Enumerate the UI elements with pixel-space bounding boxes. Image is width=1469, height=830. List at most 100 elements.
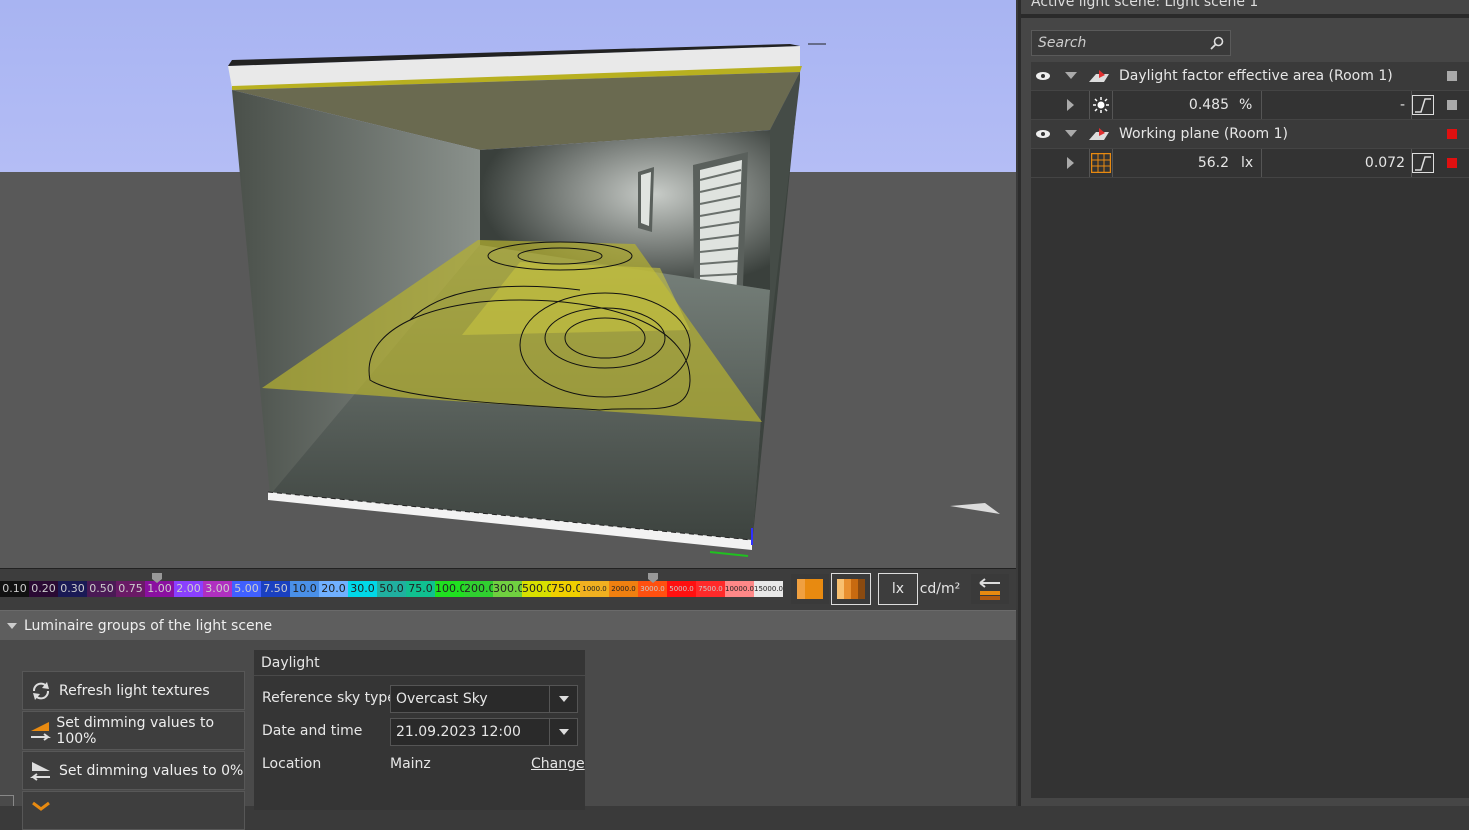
search-input[interactable]: Search [1031,30,1231,56]
unit-lx-button[interactable]: lx [878,573,918,605]
scale-swatch: 3.00 [203,581,232,597]
chevron-right-icon[interactable] [1067,149,1079,177]
scale-swatch: 0.75 [116,581,145,597]
divider [1021,14,1469,18]
scale-swatch: 300.0 [493,581,522,597]
scale-swatch: 1000.0 [580,581,609,597]
scale-swatch: 7.50 [261,581,290,597]
result-value: 56.2 [1197,155,1229,171]
sky-type-dropdown[interactable]: Overcast Sky [390,685,578,713]
daylight-title: Daylight [254,650,585,676]
status-square [1447,129,1457,139]
set-dimming-0-button[interactable]: Set dimming values to 0% [22,751,245,790]
scale-swatch: 2.00 [174,581,203,597]
scale-swatch: 100.0 [435,581,464,597]
refresh-light-textures-button[interactable]: Refresh light textures [22,671,245,710]
chevron-down-icon[interactable] [549,686,577,712]
scale-swatch: 0.30 [58,581,87,597]
eye-icon[interactable] [1035,120,1055,148]
button-label: Refresh light textures [59,682,210,699]
dimming-up-icon [30,721,51,741]
corner-marker [0,795,14,806]
scale-min-handle[interactable] [152,573,162,583]
chevron-down-icon[interactable] [1065,62,1081,90]
calculation-surface-icon [1089,62,1111,90]
curve-icon[interactable] [1411,91,1435,119]
scale-swatch: 1.00 [145,581,174,597]
result-unit: lx [1241,155,1254,171]
swap-scale-button[interactable] [970,573,1010,605]
uniformity-value: - [1261,91,1405,119]
uniformity-value: 0.072 [1261,149,1405,177]
date-time-label: Date and time [262,723,363,739]
tree-row-daylight-factor-result[interactable]: 0.485 % - [1031,91,1469,120]
scale-swatch: 20.0 [319,581,348,597]
gradient-icon [797,579,823,599]
dimming-down-icon [30,761,50,781]
sun-icon [1089,91,1113,119]
search-placeholder: Search [1038,35,1087,51]
unit-cd-button[interactable]: cd/m² [918,573,962,605]
next-tool-button[interactable] [22,791,245,830]
stepped-mode-button[interactable] [831,573,871,605]
eye-icon[interactable] [1035,62,1055,90]
result-unit: % [1239,97,1253,113]
date-time-dropdown[interactable]: 21.09.2023 12:00 [390,718,578,746]
refresh-icon [33,681,49,700]
chevron-down-icon[interactable] [549,719,577,745]
scale-swatch: 10000.0 [725,581,754,597]
gradient-mode-button[interactable] [790,573,830,605]
swap-arrows-icon [979,578,1000,600]
tool-icon [32,801,50,811]
luminaire-groups-panel: Luminaire groups of the light scene Refr… [0,610,1016,830]
status-square [1447,100,1457,110]
scale-swatch: 0.20 [29,581,58,597]
panel-header[interactable]: Luminaire groups of the light scene [0,610,1016,640]
room-render [0,0,1016,568]
grid-icon [1089,149,1113,177]
calculation-surface-icon [1089,120,1111,148]
tree-row-daylight-factor[interactable]: Daylight factor effective area (Room 1) [1031,62,1469,91]
stepped-gradient-icon [837,579,865,599]
date-time-value: 21.09.2023 12:00 [396,724,521,740]
object-name: Working plane (Room 1) [1119,126,1288,142]
scale-swatch: 10.0 [290,581,319,597]
scale-swatch: 15000.0 [754,581,783,597]
collapse-triangle-icon[interactable] [6,621,18,631]
scale-swatch: 0.50 [87,581,116,597]
result-value: 0.485 [1188,97,1229,113]
location-label: Location [262,756,322,772]
scale-swatch: 3000.0 [638,581,667,597]
active-scene-label: Active light scene: Light scene 1 [1031,0,1259,10]
panel-title: Luminaire groups of the light scene [24,617,273,634]
status-square [1447,158,1457,168]
scale-swatch: 75.0 [406,581,435,597]
false-color-scale: 0.10 0.20 0.30 0.50 0.75 1.00 2.00 3.00 5.00 7.50… [0,568,1016,610]
scale-swatch: 750.0 [551,581,580,597]
object-tree: Daylight factor effective area (Room 1) … [1031,62,1469,798]
button-label: Set dimming values to 100% [56,714,215,747]
daylight-settings: Daylight Reference sky type Overcast Sky… [254,650,585,810]
object-name: Daylight factor effective area (Room 1) [1119,68,1393,84]
scale-swatch: 2000.0 [609,581,638,597]
3d-viewport[interactable] [0,0,1016,568]
search-icon[interactable] [1210,36,1224,50]
scale-max-handle[interactable] [648,573,658,583]
button-label: Set dimming values to 0% [59,762,244,779]
change-location-link[interactable]: Change [531,756,585,772]
chevron-right-icon[interactable] [1067,91,1079,119]
scale-swatch: 7500.0 [696,581,725,597]
scale-swatch: 50.0 [377,581,406,597]
sky-type-label: Reference sky type [262,690,396,706]
chevron-down-icon[interactable] [1065,120,1081,148]
tree-row-working-plane[interactable]: Working plane (Room 1) [1031,120,1469,149]
sky-type-value: Overcast Sky [396,691,488,707]
scale-swatch: 5.00 [232,581,261,597]
results-panel: Active light scene: Light scene 1 Search… [1018,0,1469,806]
tree-row-working-plane-result[interactable]: 56.2 lx 0.072 [1031,149,1469,178]
scale-swatch: 200.0 [464,581,493,597]
set-dimming-100-button[interactable]: Set dimming values to 100% [22,711,245,750]
scale-swatch: 5000.0 [667,581,696,597]
curve-icon[interactable] [1411,149,1435,177]
scale-swatch: 0.10 [0,581,29,597]
